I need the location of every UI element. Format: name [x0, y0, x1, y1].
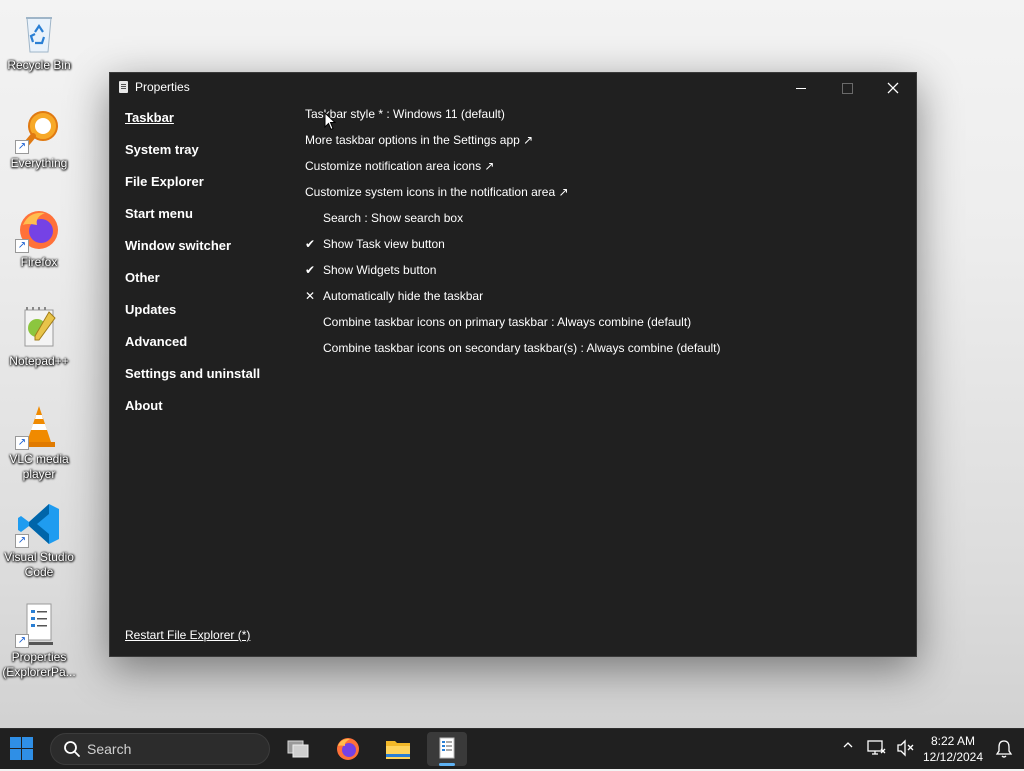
start-button[interactable] [10, 737, 34, 761]
search-icon [64, 741, 80, 757]
desktop-icon-label: VLC media player [9, 452, 69, 481]
minimize-button[interactable] [778, 73, 824, 101]
option-label: Combine taskbar icons on secondary taskb… [323, 341, 721, 355]
taskbar-clock[interactable]: 8:22 AM 12/12/2024 [920, 733, 986, 765]
cross-icon: ✕ [305, 289, 316, 303]
notifications-button[interactable] [995, 739, 1013, 764]
properties-app-icon [119, 81, 128, 93]
taskbar-file-explorer[interactable] [378, 732, 418, 766]
option-label: Show Task view button [323, 237, 445, 251]
bell-icon [995, 740, 1013, 758]
maximize-button[interactable] [824, 73, 870, 101]
clock-date: 12/12/2024 [922, 750, 984, 764]
shortcut-arrow-icon: ↗ [15, 436, 29, 450]
firefox-icon [337, 738, 359, 760]
search-placeholder: Search [87, 741, 132, 757]
checkmark-icon: ✔ [305, 237, 316, 251]
sidebar-item-start-menu[interactable]: Start menu [125, 206, 193, 221]
task-view-icon [287, 740, 309, 758]
mouse-cursor-icon [324, 112, 336, 131]
sidebar-item-window-switcher[interactable]: Window switcher [125, 238, 231, 253]
properties-app-icon: ↗ [15, 600, 63, 648]
chevron-up-icon [843, 742, 853, 748]
close-button[interactable] [870, 73, 916, 101]
properties-app-icon [439, 737, 455, 759]
show-hidden-icons-button[interactable] [842, 739, 854, 754]
sidebar-item-advanced[interactable]: Advanced [125, 334, 187, 349]
sidebar-item-updates[interactable]: Updates [125, 302, 176, 317]
volume-button[interactable] [896, 738, 916, 763]
taskbar-properties-app[interactable] [427, 732, 467, 766]
taskbar: Search 8:22 AM 12/12/2024 [0, 728, 1024, 769]
close-icon [887, 82, 899, 94]
sidebar-item-about[interactable]: About [125, 398, 163, 413]
clock-time: 8:22 AM [930, 734, 976, 748]
option-label: More taskbar options in the Settings app… [305, 133, 534, 147]
window-titlebar[interactable]: Properties [110, 73, 916, 101]
speaker-muted-icon [897, 739, 914, 757]
sidebar-item-system-tray[interactable]: System tray [125, 142, 199, 157]
properties-window: Properties Taskbar System tray File Expl… [109, 72, 917, 657]
everything-search-icon: ↗ [15, 106, 63, 154]
active-indicator [439, 763, 455, 766]
option-label: Customize system icons in the notificati… [305, 185, 569, 199]
folder-icon [386, 741, 410, 759]
sidebar-item-other[interactable]: Other [125, 270, 160, 285]
desktop-icon-label: Visual Studio Code [4, 550, 74, 579]
shortcut-arrow-icon: ↗ [15, 534, 29, 548]
desktop-icon-label: Properties (ExplorerPa... [2, 650, 76, 679]
sidebar-item-settings-uninstall[interactable]: Settings and uninstall [125, 366, 260, 381]
vscode-icon: ↗ [15, 500, 63, 548]
desktop-icon-label: Firefox [20, 255, 58, 269]
taskbar-search-box[interactable]: Search [50, 733, 270, 765]
taskbar-firefox[interactable] [328, 732, 368, 766]
notepadpp-icon [15, 304, 63, 352]
shortcut-arrow-icon: ↗ [15, 239, 29, 253]
desktop-icon-everything[interactable]: ↗ Everything [2, 106, 76, 171]
desktop-icon-properties[interactable]: ↗ Properties (ExplorerPa... [2, 600, 76, 680]
restart-explorer-link[interactable]: Restart File Explorer (*) [125, 628, 250, 642]
checkmark-icon: ✔ [305, 263, 316, 277]
desktop-icon-label: Notepad++ [9, 354, 69, 368]
firefox-icon: ↗ [15, 205, 63, 253]
shortcut-arrow-icon: ↗ [15, 140, 29, 154]
desktop-icon-label: Everything [10, 156, 68, 170]
sidebar-item-file-explorer[interactable]: File Explorer [125, 174, 204, 189]
desktop-icon-firefox[interactable]: ↗ Firefox [2, 205, 76, 270]
desktop-icon-vlc[interactable]: ↗ VLC media player [2, 402, 76, 482]
sidebar-item-taskbar[interactable]: Taskbar [125, 110, 174, 125]
taskbar-task-view[interactable] [278, 732, 318, 766]
network-monitor-icon [867, 740, 886, 755]
option-label: Automatically hide the taskbar [323, 289, 484, 303]
option-label: Combine taskbar icons on primary taskbar… [323, 315, 692, 329]
maximize-icon [841, 82, 853, 94]
network-status-button[interactable] [866, 738, 886, 763]
shortcut-arrow-icon: ↗ [15, 634, 29, 648]
option-label: Search : Show search box [323, 211, 464, 225]
desktop-icon-notepadpp[interactable]: Notepad++ [2, 304, 76, 369]
recycle-bin-icon [15, 8, 63, 56]
window-title: Properties [135, 80, 190, 94]
desktop-icon-vscode[interactable]: ↗ Visual Studio Code [2, 500, 76, 580]
desktop-icon-label: Recycle Bin [7, 58, 71, 72]
minimize-icon [796, 87, 806, 89]
vlc-cone-icon: ↗ [15, 402, 63, 450]
option-label: Show Widgets button [323, 263, 437, 277]
option-label: Customize notification area icons ↗ [305, 159, 495, 173]
desktop-icon-recycle-bin[interactable]: Recycle Bin [2, 8, 76, 73]
